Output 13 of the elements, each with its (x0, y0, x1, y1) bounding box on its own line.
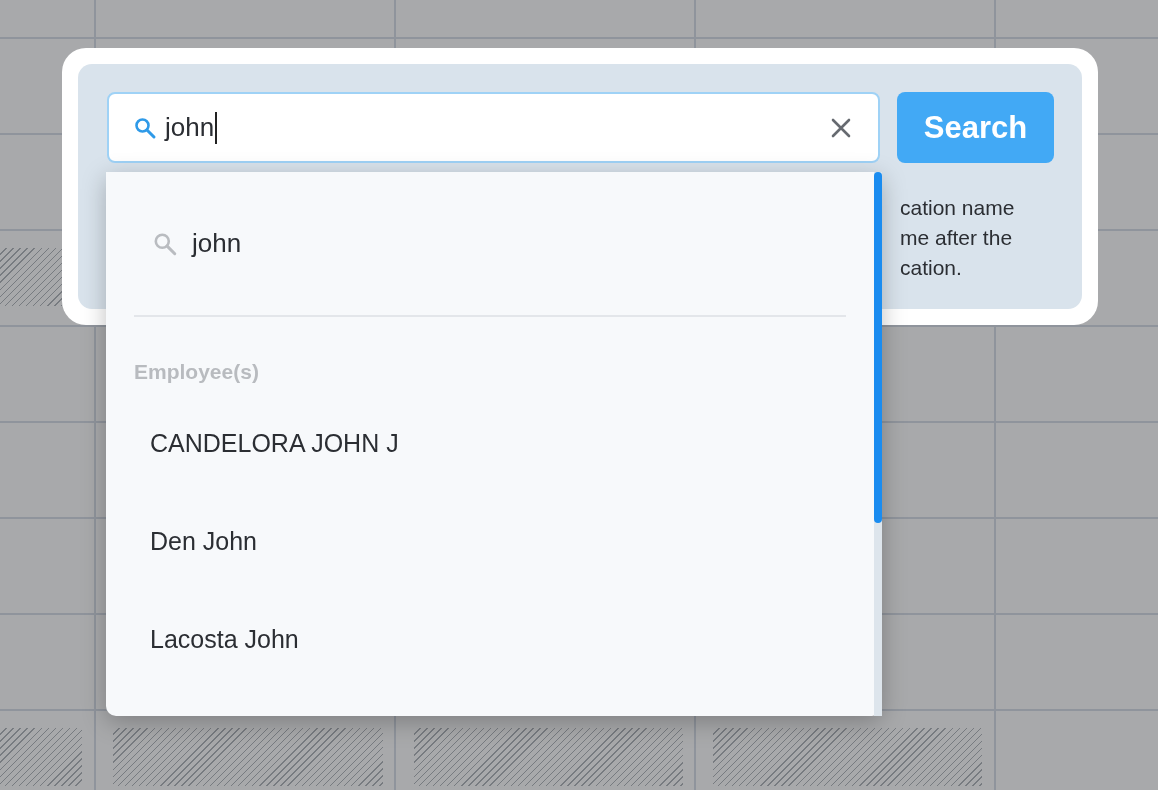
help-text: cation name me after the cation. (900, 195, 1016, 281)
suggestion-item[interactable]: CANDELORA JOHN J (134, 414, 846, 472)
search-field[interactable]: john (107, 92, 880, 163)
scrollbar[interactable] (874, 172, 882, 716)
suggestion-item[interactable]: Den John (134, 512, 846, 570)
scrollbar-thumb[interactable] (874, 172, 882, 523)
query-suggestion[interactable]: john (134, 172, 846, 315)
search-input-text: john (165, 112, 215, 143)
hatched-placeholder (0, 248, 62, 306)
search-icon (133, 115, 157, 140)
clear-icon[interactable] (830, 116, 852, 139)
suggestion-item[interactable]: Lacosta John (134, 610, 846, 668)
group-heading: Employee(s) (134, 360, 260, 384)
